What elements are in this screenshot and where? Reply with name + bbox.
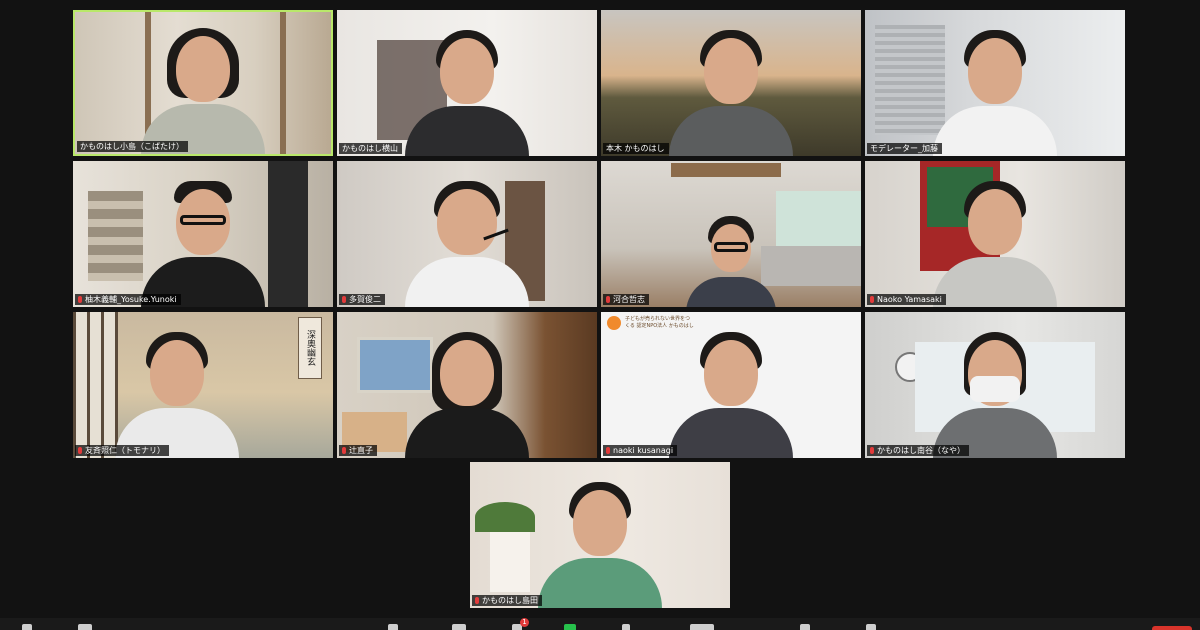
- participant-tile[interactable]: かものはし南谷（なや）: [865, 312, 1125, 458]
- participant-tile[interactable]: 多賀俊二: [337, 161, 597, 307]
- participant-name-tag: 多賀俊二: [339, 294, 385, 305]
- participant-name: かものはし小島（こばたけ）: [80, 142, 184, 151]
- video-feed: [337, 312, 597, 458]
- participant-figure: [535, 478, 665, 608]
- video-feed: [75, 12, 331, 154]
- mic-muted-icon: [342, 296, 346, 303]
- video-feed: 子どもが売られない世界をつくる 認定NPO法人 かものはし: [601, 312, 861, 458]
- participant-tile[interactable]: Naoko Yamasaki: [865, 161, 1125, 307]
- mute-button-icon[interactable]: [22, 624, 32, 630]
- participant-name-tag: かものはし南谷（なや）: [867, 445, 969, 456]
- participant-name: 友斉照仁（トモナリ）: [85, 446, 165, 455]
- video-feed: 深奥幽玄: [73, 312, 333, 458]
- participants-button-icon[interactable]: [452, 624, 466, 630]
- record-button-icon[interactable]: [622, 624, 630, 630]
- participant-tile[interactable]: かものはし島田: [470, 462, 730, 608]
- participant-name: 本木 かものはし: [606, 144, 665, 153]
- plant: [475, 502, 535, 532]
- mic-muted-icon: [78, 447, 82, 454]
- zoom-gallery-view: かものはし小島（こばたけ） かものはし横山 本木 かものはし モデレーター_加藤…: [0, 0, 1200, 630]
- participant-name: かものはし南谷（なや）: [877, 446, 965, 455]
- participant-name-tag: かものはし横山: [339, 143, 402, 154]
- participant-name: かものはし横山: [342, 144, 398, 153]
- chat-unread-badge: 1: [520, 618, 529, 627]
- mic-muted-icon: [606, 296, 610, 303]
- participant-tile[interactable]: 本木 かものはし: [601, 10, 861, 156]
- participant-name: かものはし島田: [482, 596, 538, 605]
- apps-button-icon[interactable]: [800, 624, 810, 630]
- calligraphy-text: 深奥幽玄: [305, 330, 315, 366]
- participant-name: 辻直子: [349, 446, 373, 455]
- participant-name-tag: 本木 かものはし: [603, 143, 669, 154]
- participant-name-tag: 河合哲志: [603, 294, 649, 305]
- participant-figure: [402, 177, 532, 307]
- participant-figure: [681, 212, 781, 307]
- breakout-rooms-button-icon[interactable]: [690, 624, 714, 630]
- share-screen-button-icon[interactable]: [564, 624, 576, 630]
- participant-name: モデレーター_加藤: [870, 144, 938, 153]
- participant-figure: [138, 24, 268, 154]
- participant-name-tag: Naoko Yamasaki: [867, 294, 946, 305]
- participant-figure: [666, 328, 796, 458]
- video-feed: [337, 161, 597, 307]
- participant-name-tag: かものはし小島（こばたけ）: [77, 141, 188, 152]
- participant-name: 河合哲志: [613, 295, 645, 304]
- participant-tile[interactable]: モデレーター_加藤: [865, 10, 1125, 156]
- meeting-toolbar: 1: [0, 618, 1200, 630]
- participant-name-tag: naoki kusanagi: [603, 445, 678, 456]
- end-meeting-button[interactable]: [1152, 626, 1192, 630]
- reactions-button-icon[interactable]: [866, 624, 876, 630]
- video-feed: [470, 462, 730, 608]
- video-feed: [865, 10, 1125, 156]
- participant-figure: [930, 177, 1060, 307]
- participant-figure: [930, 328, 1060, 458]
- participant-name-tag: 柚木義輔_Yosuke.Yunoki: [75, 294, 181, 305]
- participant-name-tag: モデレーター_加藤: [867, 143, 942, 154]
- participant-tile[interactable]: かものはし小島（こばたけ）: [73, 10, 333, 156]
- participant-tile[interactable]: 河合哲志: [601, 161, 861, 307]
- participant-name: Naoko Yamasaki: [877, 295, 942, 304]
- participant-figure: [402, 328, 532, 458]
- participant-figure: [138, 177, 268, 307]
- video-button-icon[interactable]: [78, 624, 92, 630]
- video-feed: [865, 161, 1125, 307]
- participant-tile[interactable]: 辻直子: [337, 312, 597, 458]
- participant-name-tag: 辻直子: [339, 445, 377, 456]
- video-feed: [601, 10, 861, 156]
- mic-muted-icon: [870, 447, 874, 454]
- participant-tile[interactable]: かものはし横山: [337, 10, 597, 156]
- participant-figure: [402, 26, 532, 156]
- calligraphy-scroll: 深奥幽玄: [298, 317, 322, 379]
- security-button-icon[interactable]: [388, 624, 398, 630]
- participant-name-tag: かものはし島田: [472, 595, 542, 606]
- mic-muted-icon: [342, 447, 346, 454]
- participant-figure: [112, 328, 242, 458]
- video-feed: [73, 161, 333, 307]
- logo-mark-icon: [607, 316, 621, 330]
- participant-name-tag: 友斉照仁（トモナリ）: [75, 445, 169, 456]
- video-feed: [337, 10, 597, 156]
- participant-name: 柚木義輔_Yosuke.Yunoki: [85, 295, 177, 304]
- video-feed: [865, 312, 1125, 458]
- mic-muted-icon: [606, 447, 610, 454]
- participant-figure: [930, 26, 1060, 156]
- participant-name: naoki kusanagi: [613, 446, 674, 455]
- participant-name: 多賀俊二: [349, 295, 381, 304]
- mic-muted-icon: [870, 296, 874, 303]
- participant-tile[interactable]: 子どもが売られない世界をつくる 認定NPO法人 かものはし naoki kusa…: [601, 312, 861, 458]
- participant-tile[interactable]: 深奥幽玄 友斉照仁（トモナリ）: [73, 312, 333, 458]
- participant-tile[interactable]: 柚木義輔_Yosuke.Yunoki: [73, 161, 333, 307]
- mic-muted-icon: [475, 597, 479, 604]
- video-feed: [601, 161, 861, 307]
- participant-figure: [666, 26, 796, 156]
- mic-muted-icon: [78, 296, 82, 303]
